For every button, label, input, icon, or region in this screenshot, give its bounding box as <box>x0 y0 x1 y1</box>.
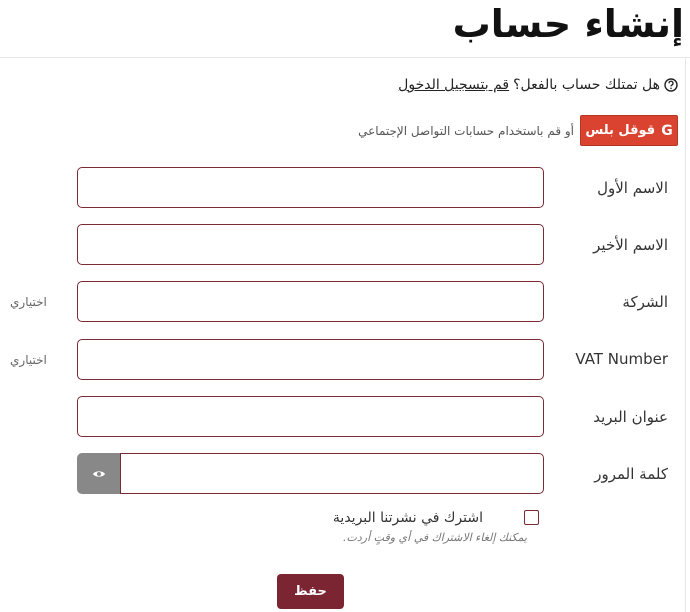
vat-optional-note: اختياري <box>10 353 47 367</box>
save-button[interactable]: حفظ <box>277 574 344 609</box>
newsletter-checkbox[interactable] <box>524 510 539 525</box>
login-link[interactable]: قم بتسجيل الدخول <box>398 74 509 96</box>
content-border <box>685 57 686 612</box>
last-name-label: الاسم الأخير <box>593 236 668 254</box>
newsletter-label: اشترك في نشرتنا البريدية <box>332 510 483 526</box>
password-label: كلمة المرور <box>594 465 668 483</box>
google-plus-label: قوقل بلس <box>585 123 656 138</box>
show-password-button[interactable] <box>77 453 120 494</box>
password-input[interactable] <box>120 453 544 494</box>
first-name-label: الاسم الأول <box>597 179 668 197</box>
google-g-icon: G <box>661 122 673 139</box>
help-circle-icon <box>664 78 678 92</box>
newsletter-hint: يمكنك إلغاء الاشتراك في أي وقتٍ أردت. <box>343 531 527 544</box>
social-login-row: G قوقل بلس أو قم باستخدام حسابات التواصل… <box>358 115 678 146</box>
company-optional-note: اختياري <box>10 295 47 309</box>
eye-icon <box>92 464 106 483</box>
login-question: هل تمتلك حساب بالفعل؟ <box>513 77 660 93</box>
company-label: الشركة <box>622 293 668 311</box>
vat-number-input[interactable] <box>77 339 544 380</box>
vat-label: VAT Number <box>575 350 668 368</box>
company-input[interactable] <box>77 281 544 322</box>
first-name-input[interactable] <box>77 167 544 208</box>
page-title: إنشاء حساب <box>452 2 684 46</box>
email-input[interactable] <box>77 396 544 437</box>
social-login-text: أو قم باستخدام حسابات التواصل الإجتماعي <box>358 123 574 138</box>
email-label: عنوان البريد <box>593 408 668 426</box>
google-plus-button[interactable]: G قوقل بلس <box>580 115 678 146</box>
last-name-input[interactable] <box>77 224 544 265</box>
header-divider <box>0 57 690 58</box>
login-prompt: هل تمتلك حساب بالفعل؟ قم بتسجيل الدخول <box>398 74 678 96</box>
